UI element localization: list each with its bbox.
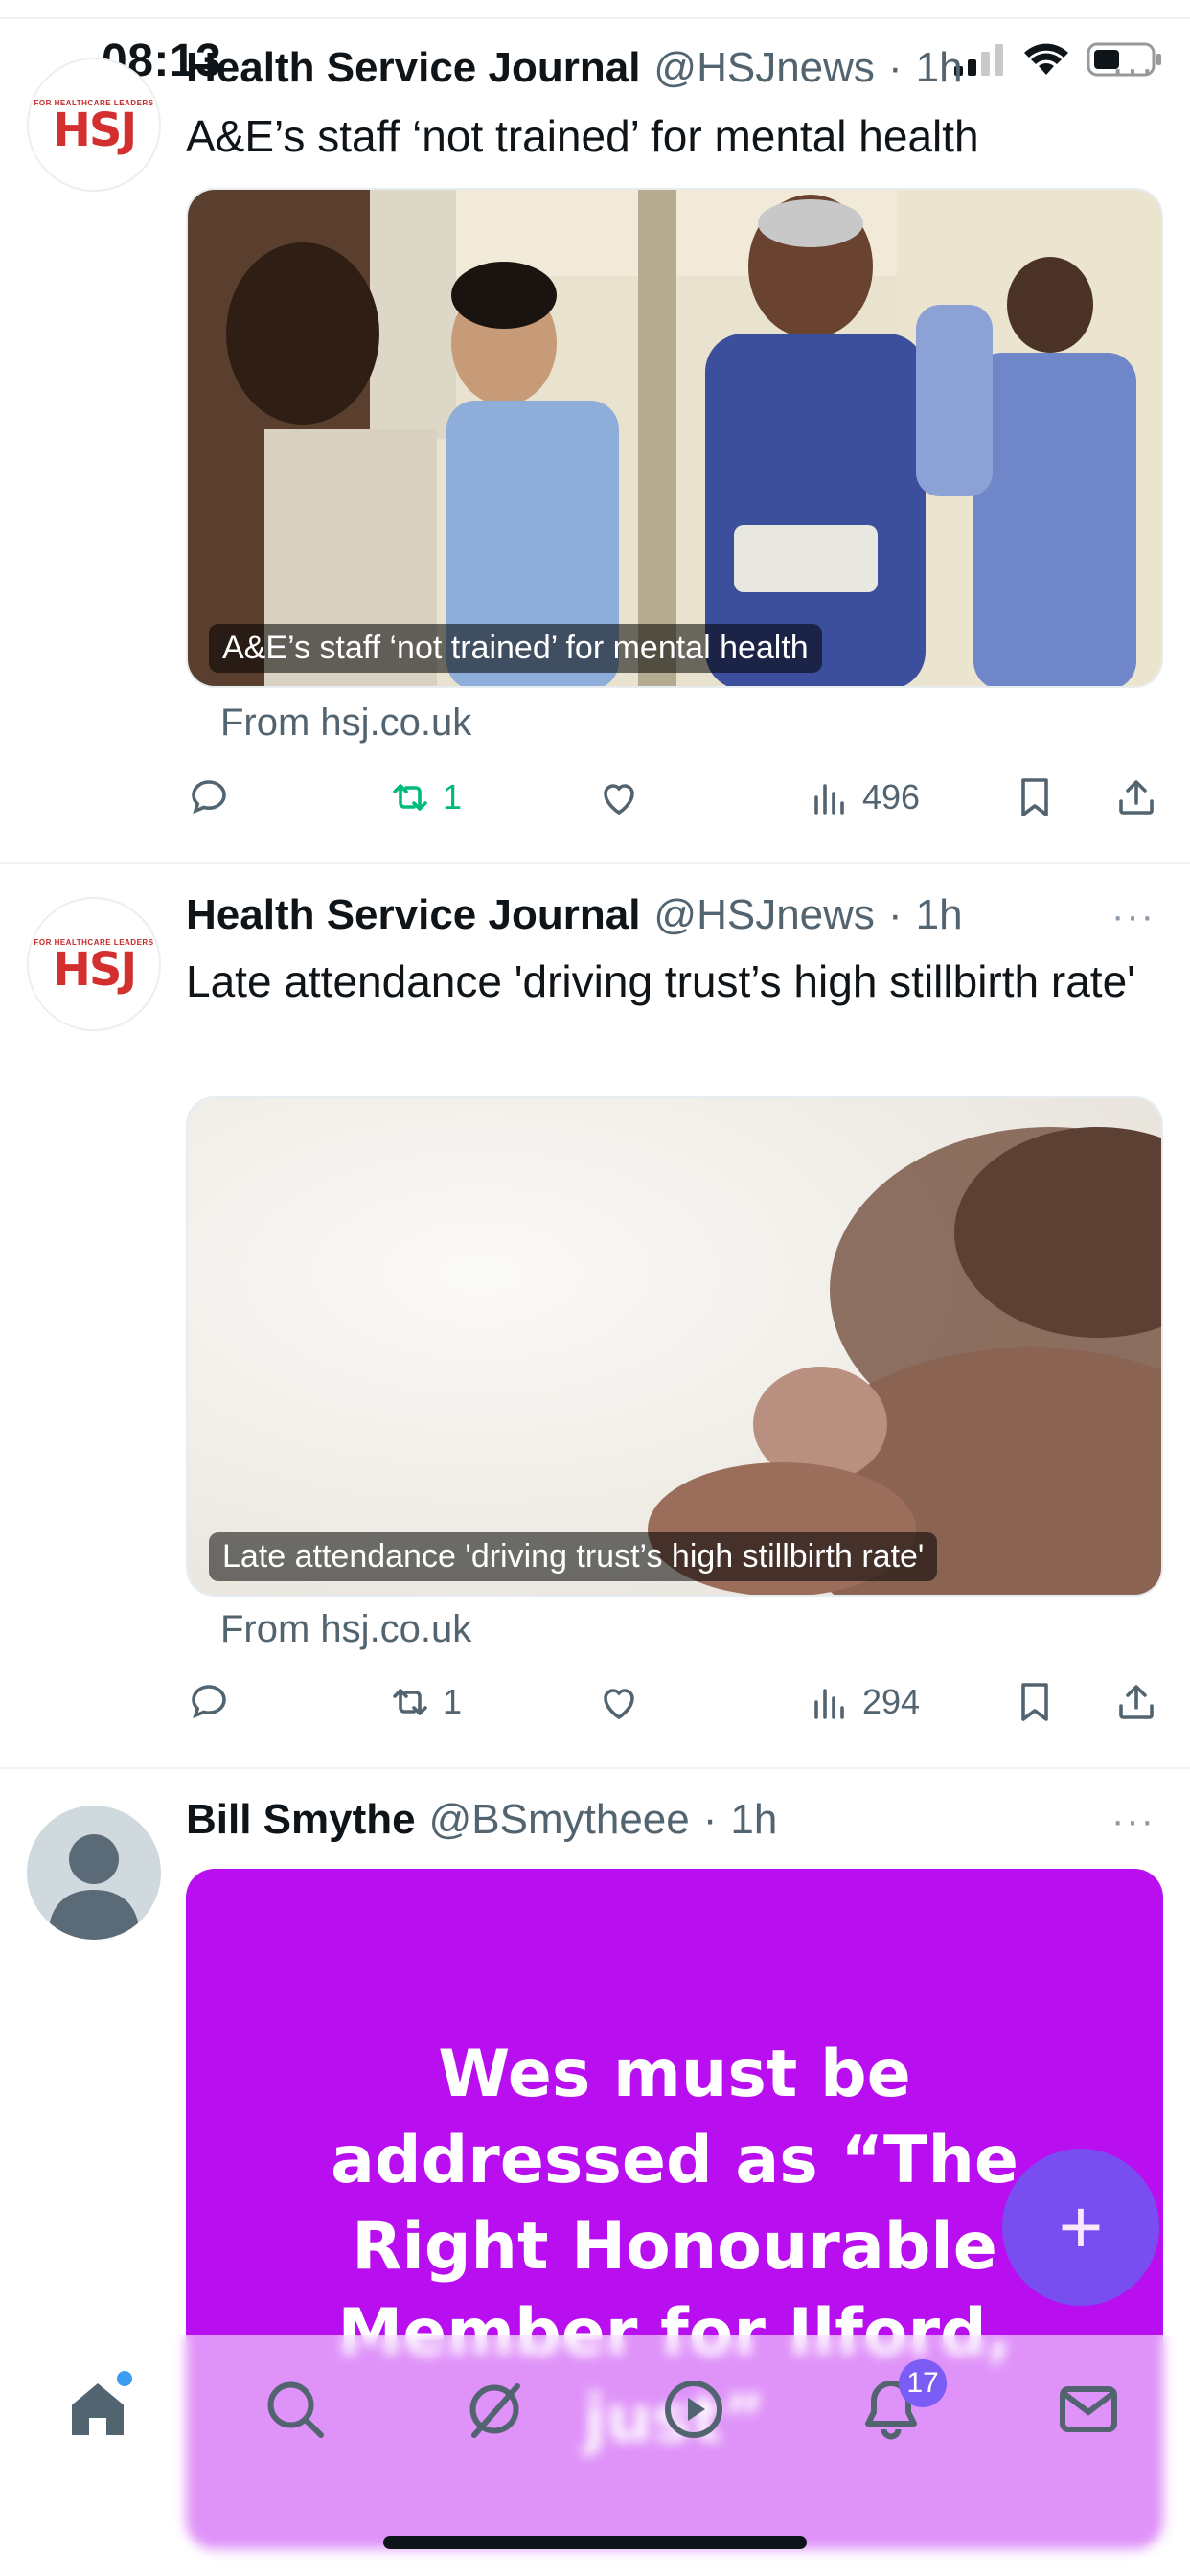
tweet-header: Health Service Journal @HSJnews · 1h bbox=[186, 891, 963, 939]
tweet-header: Health Service Journal @HSJnews · 1h bbox=[186, 44, 963, 92]
share-icon bbox=[1119, 780, 1154, 815]
tweet-time[interactable]: 1h bbox=[916, 891, 963, 939]
default-avatar[interactable] bbox=[27, 1806, 161, 1940]
link-card-image[interactable]: Late attendance 'driving trust’s high st… bbox=[186, 1096, 1163, 1597]
reply-button[interactable] bbox=[186, 1679, 232, 1725]
home-indicator[interactable] bbox=[383, 2536, 807, 2549]
user-silhouette-icon bbox=[48, 1834, 140, 1940]
hospital-photo bbox=[188, 190, 1161, 686]
bookmark-icon bbox=[1021, 1683, 1048, 1721]
tweet-header: Bill Smythe @BSmytheee · 1h bbox=[186, 1796, 777, 1844]
hsj-logo: HSJ bbox=[52, 942, 138, 997]
nav-messages[interactable] bbox=[1050, 2371, 1127, 2448]
views-icon bbox=[814, 784, 844, 815]
tweet-actions: 1 496 bbox=[186, 774, 1163, 832]
more-options-icon[interactable]: ··· bbox=[1111, 48, 1156, 91]
retweet-icon bbox=[393, 1689, 427, 1715]
author-handle[interactable]: @BSmytheee bbox=[429, 1796, 690, 1844]
bookmark-button[interactable] bbox=[1012, 1679, 1058, 1725]
tweet-actions: 1 294 bbox=[186, 1679, 1163, 1736]
author-handle[interactable]: @HSJnews bbox=[653, 891, 875, 939]
tweet-time[interactable]: 1h bbox=[730, 1796, 777, 1844]
share-button[interactable] bbox=[1113, 1679, 1159, 1725]
video-icon bbox=[665, 2380, 722, 2438]
retweet-count: 1 bbox=[443, 1682, 463, 1721]
retweet-button[interactable]: 1 bbox=[387, 1679, 462, 1725]
author-name[interactable]: Health Service Journal bbox=[186, 891, 640, 939]
retweet-icon bbox=[393, 784, 427, 811]
hsj-logo: HSJ bbox=[52, 103, 138, 157]
share-button[interactable] bbox=[1113, 774, 1159, 820]
link-card-image[interactable]: A&E’s staff ‘not trained’ for mental hea… bbox=[186, 188, 1163, 688]
card-caption: A&E’s staff ‘not trained’ for mental hea… bbox=[209, 624, 822, 673]
reply-icon bbox=[192, 780, 226, 815]
new-posts-dot bbox=[117, 2371, 132, 2386]
nav-search[interactable] bbox=[257, 2371, 333, 2448]
heart-icon bbox=[604, 1689, 634, 1720]
retweet-count: 1 bbox=[443, 777, 463, 816]
reply-button[interactable] bbox=[186, 774, 232, 820]
like-button[interactable] bbox=[596, 774, 642, 820]
separator: · bbox=[887, 44, 903, 91]
bookmark-icon bbox=[1021, 778, 1048, 816]
more-options-icon[interactable]: ··· bbox=[1111, 1800, 1156, 1843]
bookmark-button[interactable] bbox=[1012, 774, 1058, 820]
author-name[interactable]: Health Service Journal bbox=[186, 44, 640, 92]
hsj-avatar[interactable]: FOR HEALTHCARE LEADERS HSJ bbox=[27, 58, 161, 192]
tweet-text: A&E’s staff ‘not trained’ for mental hea… bbox=[186, 111, 979, 161]
tweet-time[interactable]: 1h bbox=[916, 44, 963, 92]
nav-video[interactable] bbox=[655, 2371, 732, 2448]
tweet-1[interactable]: FOR HEALTHCARE LEADERS HSJ Health Servic… bbox=[0, 19, 1190, 864]
author-name[interactable]: Bill Smythe bbox=[186, 1796, 416, 1844]
share-icon bbox=[1119, 1685, 1154, 1719]
tweet-2[interactable]: FOR HEALTHCARE LEADERS HSJ Health Servic… bbox=[0, 864, 1190, 1769]
separator: · bbox=[887, 891, 903, 938]
notifications-badge: 17 bbox=[899, 2359, 947, 2407]
messages-icon bbox=[1060, 2386, 1117, 2432]
retweet-button[interactable]: 1 bbox=[387, 774, 462, 820]
views-icon bbox=[814, 1689, 844, 1719]
views-button[interactable]: 496 bbox=[807, 774, 920, 820]
newborn-photo bbox=[188, 1098, 1161, 1595]
views-count: 496 bbox=[862, 777, 921, 816]
hsj-avatar[interactable]: FOR HEALTHCARE LEADERS HSJ bbox=[27, 897, 161, 1031]
separator: · bbox=[702, 1796, 718, 1843]
search-icon bbox=[267, 2381, 324, 2438]
plus-icon: + bbox=[1058, 2184, 1104, 2269]
reply-icon bbox=[192, 1685, 226, 1719]
grok-icon bbox=[469, 2383, 520, 2438]
nav-grok[interactable] bbox=[456, 2371, 533, 2448]
card-source[interactable]: From hsj.co.uk bbox=[220, 1608, 471, 1651]
like-button[interactable] bbox=[596, 1679, 642, 1725]
tweet-text: Late attendance 'driving trust’s high st… bbox=[186, 956, 1135, 1006]
card-caption: Late attendance 'driving trust’s high st… bbox=[209, 1532, 938, 1581]
heart-icon bbox=[604, 784, 634, 816]
compose-button[interactable]: + bbox=[1002, 2149, 1159, 2306]
views-count: 294 bbox=[862, 1682, 921, 1721]
author-handle[interactable]: @HSJnews bbox=[653, 44, 875, 92]
more-options-icon[interactable]: ··· bbox=[1111, 895, 1156, 938]
card-source[interactable]: From hsj.co.uk bbox=[220, 702, 471, 745]
views-button[interactable]: 294 bbox=[807, 1679, 920, 1725]
